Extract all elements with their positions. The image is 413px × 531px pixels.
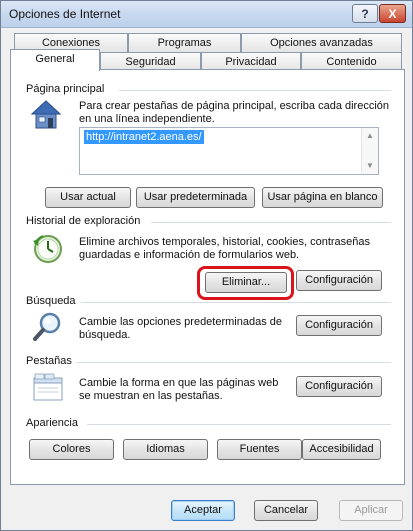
- tabs-settings-button[interactable]: Configuración: [296, 376, 382, 397]
- search-description: Cambie las opciones predeterminadas de b…: [79, 316, 289, 342]
- tabs-group-label: Pestañas: [26, 355, 72, 367]
- appearance-group-label: Apariencia: [26, 417, 78, 429]
- history-clock-icon: [33, 235, 62, 263]
- search-description-line: búsqueda.: [79, 329, 131, 341]
- search-settings-button[interactable]: Configuración: [296, 315, 382, 336]
- internet-options-window: Opciones de Internet ? X Conexiones Prog…: [0, 0, 413, 531]
- search-description-line: Cambie las opciones predeterminadas de: [79, 316, 283, 328]
- home-page-urls-textarea[interactable]: http://intranet2.aena.es/ ▲ ▼: [79, 127, 379, 175]
- history-description: Elimine archivos temporales, historial, …: [79, 236, 394, 262]
- scroll-down-icon[interactable]: ▼: [366, 161, 374, 170]
- ok-button[interactable]: Aceptar: [171, 500, 235, 521]
- tabs-description-line: se muestran en las pestañas.: [79, 390, 223, 402]
- group-divider: [151, 222, 391, 223]
- home-page-group-label: Página principal: [26, 83, 105, 95]
- apply-button[interactable]: Aplicar: [339, 500, 403, 521]
- home-page-url: http://intranet2.aena.es/: [84, 130, 204, 144]
- delete-highlight-ring: [197, 266, 294, 300]
- group-divider: [87, 424, 391, 425]
- tabs-description: Cambie la forma en que las páginas web s…: [79, 377, 289, 403]
- magnifier-icon: [33, 312, 61, 341]
- tab-label: Opciones avanzadas: [270, 37, 373, 49]
- group-divider: [81, 302, 391, 303]
- group-divider: [119, 90, 391, 91]
- textarea-scrollbar[interactable]: ▲ ▼: [361, 128, 378, 174]
- title-bar[interactable]: Opciones de Internet ? X: [1, 1, 412, 28]
- tab-label: Programas: [157, 37, 212, 49]
- tabs-description-line: Cambie la forma en que las páginas web: [79, 377, 279, 389]
- home-page-description: Para crear pestañas de página principal,…: [79, 100, 394, 126]
- use-blank-button[interactable]: Usar página en blanco: [262, 187, 383, 208]
- window-title: Opciones de Internet: [9, 7, 121, 21]
- search-group-label: Búsqueda: [26, 295, 76, 307]
- tab-label: Seguridad: [125, 56, 176, 68]
- general-tab-panel: Página principal Para crear pestañas de …: [10, 69, 405, 485]
- history-group-label: Historial de exploración: [26, 215, 141, 227]
- tab-label: General: [35, 53, 75, 65]
- tabs-icon: [33, 373, 63, 401]
- tab-label: Contenido: [326, 56, 377, 68]
- home-description-line: en una línea independiente.: [79, 113, 215, 125]
- help-icon: ?: [361, 6, 369, 21]
- house-icon: [30, 100, 62, 129]
- group-divider: [77, 362, 391, 363]
- scroll-up-icon[interactable]: ▲: [366, 131, 374, 140]
- tab-programas[interactable]: Programas: [128, 33, 241, 52]
- tab-label: Privacidad: [225, 56, 277, 68]
- close-icon: X: [388, 6, 397, 21]
- history-description-line: Elimine archivos temporales, historial, …: [79, 236, 371, 248]
- close-button[interactable]: X: [379, 4, 406, 23]
- home-description-line: Para crear pestañas de página principal,…: [79, 100, 390, 112]
- help-button[interactable]: ?: [352, 4, 378, 23]
- colors-button[interactable]: Colores: [29, 439, 114, 460]
- fonts-button[interactable]: Fuentes: [217, 439, 302, 460]
- accessibility-button[interactable]: Accesibilidad: [302, 439, 381, 460]
- tab-label: Conexiones: [41, 37, 101, 49]
- use-current-button[interactable]: Usar actual: [45, 187, 131, 208]
- cancel-button[interactable]: Cancelar: [254, 500, 318, 521]
- history-settings-button[interactable]: Configuración: [296, 270, 382, 291]
- history-description-line: guardadas e información de formularios w…: [79, 249, 300, 261]
- tab-opciones-avanzadas[interactable]: Opciones avanzadas: [241, 33, 402, 52]
- use-default-button[interactable]: Usar predeterminada: [136, 187, 255, 208]
- tab-general[interactable]: General: [10, 49, 100, 71]
- languages-button[interactable]: Idiomas: [123, 439, 208, 460]
